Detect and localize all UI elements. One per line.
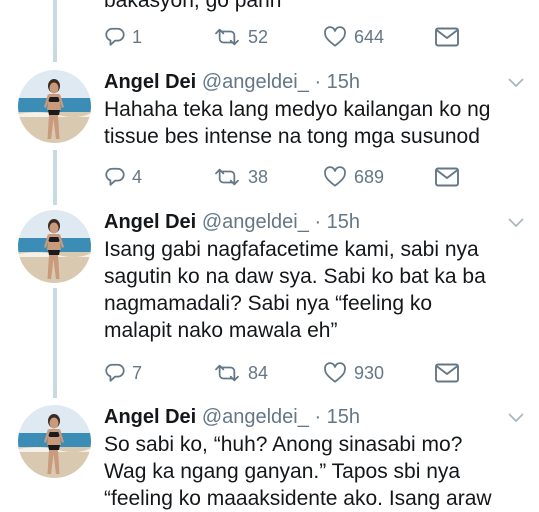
retweet-count: 52 [248,26,269,47]
envelope-icon [434,166,460,188]
chevron-down-icon[interactable] [508,218,524,228]
like-count: 644 [354,26,385,47]
retweet-count: 84 [248,362,269,383]
heart-icon [322,26,348,48]
heart-icon [322,362,348,384]
reply-icon [104,26,126,48]
like-button[interactable]: 930 [322,359,384,387]
tweet-text: Isang gabi nagfafacetime kami, sabi nya … [104,236,534,344]
display-name[interactable]: Angel Dei [104,71,196,93]
reply-count: 1 [132,26,143,47]
tweet-text-line: “feeling ko maaaksidente ako. Isang araw [104,487,492,510]
profile-photo [18,210,91,283]
tweet-text-line: Isang gabi nagfafacetime kami, sabi nya [104,238,479,261]
timestamp[interactable]: · 15h [314,211,360,233]
chevron-down-icon[interactable] [508,413,524,423]
retweet-button[interactable]: 52 [212,23,268,51]
timestamp[interactable]: · 15h [314,71,360,93]
retweet-icon [212,26,242,48]
retweet-icon [212,166,242,188]
tweet-text-line: Hahaha teka lang medyo kailangan ko ng [104,98,491,121]
previous-tweet-actions: 1 52 644 [104,23,464,51]
envelope-icon [434,26,460,48]
retweet-count: 38 [248,166,269,187]
like-button[interactable]: 689 [322,163,384,191]
reply-icon [104,166,126,188]
chevron-down-icon[interactable] [508,78,524,88]
tweet-header: Angel Dei @angeldei_ · 15h [104,405,360,429]
user-handle[interactable]: @angeldei_ [202,71,309,93]
display-name[interactable]: Angel Dei [104,211,196,233]
tweet-text-line: Wag ka ngang ganyan.” Tapos sbi nya [104,460,461,483]
tweet-text: So sabi ko, “huh? Anong sinasabi mo? Wag… [104,431,534,512]
direct-message-button[interactable] [434,359,460,387]
thread-line [53,288,57,398]
tweet-text-line: So sabi ko, “huh? Anong sinasabi mo? [104,433,463,456]
tweet-actions: 7 84 930 [104,359,464,387]
like-button[interactable]: 644 [322,23,384,51]
tweet-header: Angel Dei @angeldei_ · 15h [104,210,360,234]
thread-line [53,0,57,62]
tweet-text-line: tissue bes intense na tong mga susunod [104,125,480,148]
profile-photo [18,70,91,143]
reply-icon [104,362,126,384]
reply-button[interactable]: 1 [104,23,142,51]
tweet-actions: 4 38 689 [104,163,464,191]
avatar[interactable] [18,70,91,143]
timestamp[interactable]: · 15h [314,406,360,428]
tweet-text-line: malapit nako mawala eh” [104,319,338,342]
display-name[interactable]: Angel Dei [104,406,196,428]
profile-photo [18,405,91,478]
tweet-text: Hahaha teka lang medyo kailangan ko ng t… [104,96,534,150]
reply-count: 4 [132,166,143,187]
user-handle[interactable]: @angeldei_ [202,406,309,428]
retweet-icon [212,362,242,384]
reply-button[interactable]: 4 [104,163,142,191]
tweet-header: Angel Dei @angeldei_ · 15h [104,70,360,94]
heart-icon [322,166,348,188]
reply-count: 7 [132,362,143,383]
retweet-button[interactable]: 84 [212,359,268,387]
envelope-icon [434,362,460,384]
retweet-button[interactable]: 38 [212,163,268,191]
like-count: 689 [354,166,385,187]
tweet-text-line: nagmamadali? Sabi nya “feeling ko [104,292,433,315]
direct-message-button[interactable] [434,23,460,51]
tweet-text-line: sagutin ko na daw sya. Sabi ko bat ka ba [104,265,486,288]
reply-button[interactable]: 7 [104,359,142,387]
avatar[interactable] [18,210,91,283]
thread-line [53,150,57,205]
direct-message-button[interactable] [434,163,460,191]
user-handle[interactable]: @angeldei_ [202,211,309,233]
previous-tweet-text: bakasyon, go parin [104,0,282,12]
avatar[interactable] [18,405,91,478]
like-count: 930 [354,362,385,383]
